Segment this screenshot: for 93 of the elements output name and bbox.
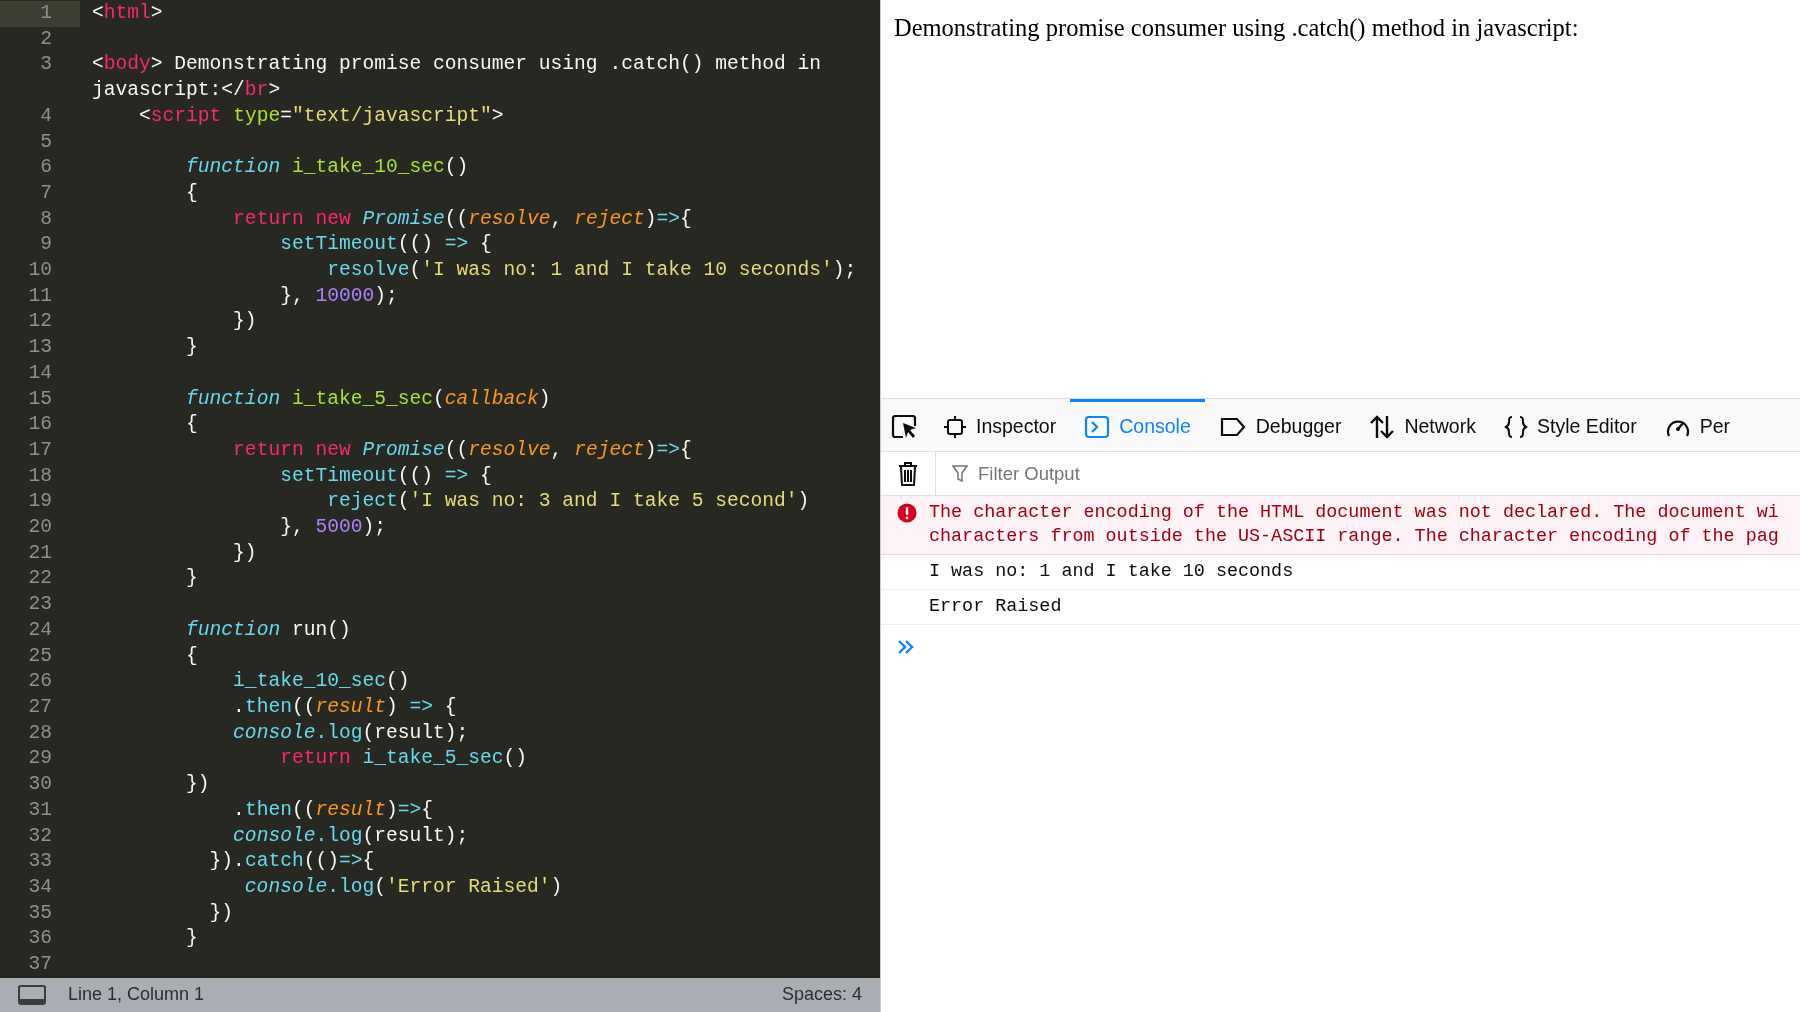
up-down-arrows-icon xyxy=(1369,413,1396,440)
devtools-tab[interactable]: Per xyxy=(1650,399,1745,451)
code-line: setTimeout(() => { xyxy=(279,233,492,256)
cursor-position: Line 1, Column 1 xyxy=(68,983,205,1007)
line-number: 19 xyxy=(27,489,53,515)
devtools-tab[interactable]: Style Editor xyxy=(1489,399,1651,451)
code-line: }) xyxy=(185,773,210,796)
devtools-tab[interactable]: Network xyxy=(1355,399,1490,451)
devtools-tab[interactable]: Inspector xyxy=(929,399,1071,451)
line-number: 28 xyxy=(27,720,53,746)
line-number: 18 xyxy=(27,463,53,489)
code-line: }, 10000); xyxy=(279,284,398,307)
line-number: 20 xyxy=(27,515,53,541)
braces-icon xyxy=(1503,414,1528,439)
log-message: I was no: 1 and I take 10 seconds xyxy=(929,560,1294,584)
code-line: resolve('I was no: 1 and I take 10 seconds'); xyxy=(326,259,857,282)
indentation-setting[interactable]: Spaces: 4 xyxy=(781,981,862,1009)
error-icon xyxy=(897,503,917,524)
code-line: function i_take_5_sec(callback) xyxy=(185,387,551,410)
console-icon xyxy=(1084,414,1111,439)
inspector-icon xyxy=(943,414,967,439)
error-message: The character encoding of the HTML document was not declared. The document wi characters from outside the US-ASCII range. The character encoding of the pag xyxy=(929,501,1779,549)
code-line: }, 5000); xyxy=(279,516,386,539)
code-line: function run() xyxy=(185,618,351,641)
code-line: i_take_10_sec() xyxy=(232,670,410,693)
line-number: 22 xyxy=(27,566,53,592)
code-line: { xyxy=(185,413,198,436)
code-line: return new Promise((resolve, reject)=>{ xyxy=(232,438,692,461)
line-number: 9 xyxy=(39,232,53,258)
devtools-tab[interactable]: Console xyxy=(1070,399,1205,451)
code-line: } xyxy=(185,336,198,359)
log-message: Error Raised xyxy=(929,595,1062,619)
line-number: 21 xyxy=(27,540,53,566)
line-number: 29 xyxy=(27,746,53,772)
line-number: 32 xyxy=(27,823,53,849)
code-line: console.log(result); xyxy=(232,824,469,847)
code-line: return new Promise((resolve, reject)=>{ xyxy=(232,207,692,230)
code-line: function i_take_10_sec() xyxy=(185,156,469,179)
line-number: 6 xyxy=(39,155,53,181)
line-number: 26 xyxy=(27,669,53,695)
code-line: .then((result) => { xyxy=(232,696,457,718)
line-number: 1 xyxy=(0,1,80,27)
code-line: return i_take_5_sec() xyxy=(279,747,528,770)
line-number: 12 xyxy=(27,309,53,335)
code-line: { xyxy=(185,644,198,667)
code-line: { xyxy=(185,181,198,204)
line-number: 27 xyxy=(27,695,53,720)
code-line: .then((result)=>{ xyxy=(232,798,434,821)
line-number: 24 xyxy=(27,617,53,643)
tag-icon xyxy=(1218,415,1247,438)
line-number: 17 xyxy=(27,437,53,463)
line-number: 5 xyxy=(39,129,53,155)
code-line: <script type="text/javascript"> xyxy=(138,104,504,127)
line-number: 35 xyxy=(27,900,53,926)
code-line: <html> xyxy=(92,2,163,24)
line-number: 8 xyxy=(39,206,53,232)
panel-icon[interactable] xyxy=(18,984,46,1005)
code-line: }) xyxy=(232,541,257,564)
line-number: 30 xyxy=(27,772,53,798)
line-number: 15 xyxy=(27,386,53,412)
trash-icon[interactable] xyxy=(897,460,919,487)
code-line: setTimeout(() => { xyxy=(279,464,492,487)
line-number: 10 xyxy=(27,258,53,284)
line-number: 31 xyxy=(27,797,53,823)
line-number: 33 xyxy=(27,849,53,875)
filter-field[interactable]: Filter Output xyxy=(976,458,1376,489)
code-line: console.log(result); xyxy=(232,721,469,744)
line-number: 2 xyxy=(39,26,53,52)
code-line: <body> Demonstrating promise consumer using .catch() method in javascript:</br> xyxy=(92,53,823,102)
line-number: 34 xyxy=(27,874,53,900)
line-number: 7 xyxy=(39,180,53,206)
devtools-tab[interactable]: Debugger xyxy=(1204,399,1356,451)
code-line: }).catch(()=>{ xyxy=(208,850,375,873)
line-number: 3 xyxy=(39,52,53,78)
filter-icon xyxy=(952,464,968,483)
code-line: } xyxy=(185,927,198,950)
line-number: 36 xyxy=(27,926,53,952)
line-number: 37 xyxy=(27,952,53,977)
code-line: }) xyxy=(232,310,257,333)
cursor-icon xyxy=(891,413,919,440)
line-number: 13 xyxy=(27,335,53,361)
code-line: } xyxy=(185,567,198,590)
line-number: 4 xyxy=(39,103,53,129)
code-line: reject('I was no: 3 and I take 5 second') xyxy=(326,490,810,513)
line-number: 11 xyxy=(27,283,53,309)
page-text: Demonstrating promise consumer using .catch() method in javascript: xyxy=(894,14,1579,41)
line-number: 25 xyxy=(27,643,53,669)
line-number: 16 xyxy=(27,412,53,438)
code-line: console.log('Error Raised') xyxy=(243,875,563,898)
line-number: 14 xyxy=(27,360,53,386)
code-line: }) xyxy=(208,901,234,924)
prompt-icon xyxy=(897,639,915,655)
line-number: 23 xyxy=(27,592,53,618)
